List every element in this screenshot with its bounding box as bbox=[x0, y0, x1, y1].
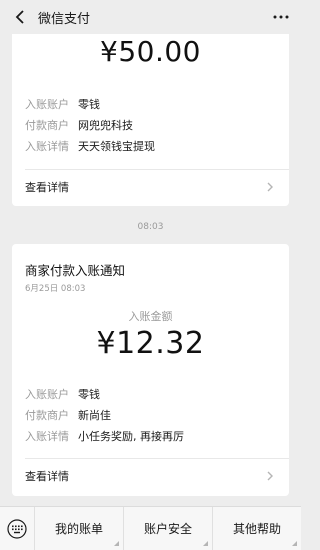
row-key: 入账详情 bbox=[25, 140, 69, 153]
row-value: 零钱 bbox=[78, 98, 100, 111]
detail-row: 入账账户 零钱 bbox=[25, 384, 276, 405]
bottom-menu-bar: 我的账单 账户安全 其他帮助 bbox=[0, 506, 301, 550]
detail-row: 入账账户 零钱 bbox=[25, 94, 276, 115]
row-value: 零钱 bbox=[78, 388, 100, 401]
detail-row: 入账详情 小任务奖励, 再接再厉 bbox=[25, 426, 276, 447]
amount-value: ¥50.00 bbox=[100, 35, 201, 68]
submenu-indicator-icon bbox=[203, 541, 208, 546]
detail-rows: 入账账户 零钱 付款商户 新尚佳 入账详情 小任务奖励, 再接再厉 bbox=[25, 384, 276, 447]
detail-rows: 入账账户 零钱 付款商户 网兜兜科技 入账详情 天天领钱宝提现 bbox=[25, 94, 276, 157]
menu-my-bills[interactable]: 我的账单 bbox=[35, 507, 123, 550]
row-key: 入账账户 bbox=[25, 98, 69, 111]
notification-date: 6月25日 08:03 bbox=[25, 284, 86, 294]
row-value: 天天领钱宝提现 bbox=[78, 140, 155, 153]
notification-title: 商家付款入账通知 bbox=[25, 263, 126, 278]
view-details-button[interactable]: 查看详情 bbox=[12, 458, 289, 494]
menu-other-help[interactable]: 其他帮助 bbox=[212, 507, 301, 550]
chevron-right-icon bbox=[267, 182, 273, 192]
keyboard-toggle-button[interactable] bbox=[0, 507, 35, 550]
submenu-indicator-icon bbox=[292, 541, 297, 546]
detail-row: 付款商户 网兜兜科技 bbox=[25, 115, 276, 136]
chevron-right-icon bbox=[267, 471, 273, 481]
view-details-label: 查看详情 bbox=[25, 470, 69, 483]
submenu-indicator-icon bbox=[114, 541, 119, 546]
menu-account-security[interactable]: 账户安全 bbox=[123, 507, 212, 550]
back-button[interactable] bbox=[10, 7, 30, 27]
menu-label: 我的账单 bbox=[54, 522, 103, 536]
ellipsis-icon bbox=[273, 15, 289, 19]
row-value: 网兜兜科技 bbox=[78, 119, 133, 132]
more-button[interactable] bbox=[271, 7, 291, 27]
amount-label: 入账金额 bbox=[128, 310, 173, 323]
message-timestamp: 08:03 bbox=[137, 222, 164, 232]
menu-label: 其他帮助 bbox=[232, 522, 281, 536]
detail-row: 入账详情 天天领钱宝提现 bbox=[25, 136, 276, 157]
menu-label: 账户安全 bbox=[143, 522, 192, 536]
row-key: 入账账户 bbox=[25, 388, 69, 401]
amount-value: ¥12.32 bbox=[96, 326, 205, 361]
row-key: 付款商户 bbox=[25, 409, 69, 422]
row-value: 小任务奖励, 再接再厉 bbox=[78, 430, 184, 443]
keyboard-icon bbox=[7, 518, 27, 539]
detail-row: 付款商户 新尚佳 bbox=[25, 405, 276, 426]
view-details-button[interactable]: 查看详情 bbox=[12, 169, 289, 205]
chevron-left-icon bbox=[15, 10, 24, 24]
page-title: 微信支付 bbox=[38, 11, 91, 27]
row-key: 入账详情 bbox=[25, 430, 69, 443]
row-key: 付款商户 bbox=[25, 119, 69, 132]
view-details-label: 查看详情 bbox=[25, 181, 69, 194]
top-bar: 微信支付 bbox=[0, 0, 301, 34]
row-value: 新尚佳 bbox=[78, 409, 111, 422]
payment-card: 商家付款入账通知 6月25日 08:03 入账金额 ¥12.32 入账账户 零钱… bbox=[12, 244, 289, 496]
